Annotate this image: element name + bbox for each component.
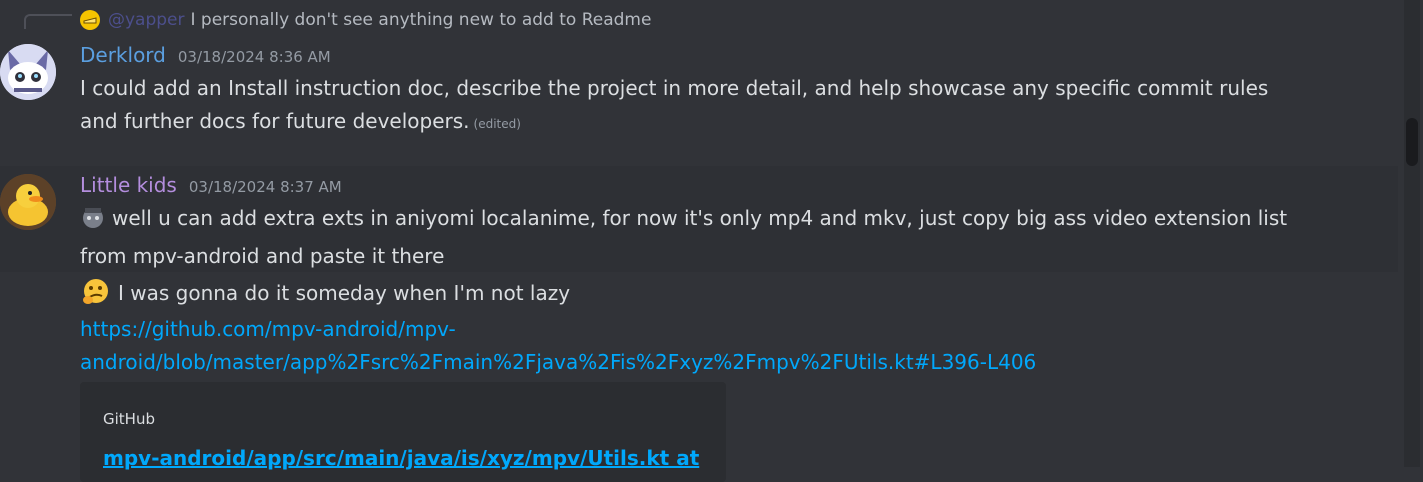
duck-avatar-icon	[0, 174, 56, 230]
scrollbar-thumb[interactable]	[1406, 118, 1418, 166]
reply-author[interactable]: @yapper	[108, 10, 185, 30]
avatar[interactable]	[0, 174, 56, 230]
message-header: Derklord 03/18/2024 8:36 AM	[80, 43, 331, 67]
reply-text[interactable]: I personally don't see anything new to a…	[191, 10, 652, 30]
message-content: well u can add extra exts in aniyomi loc…	[80, 202, 1287, 273]
embed-title[interactable]: mpv-android/app/src/main/java/is/xyz/mpv…	[103, 446, 699, 470]
custom-emoji-icon	[80, 204, 106, 240]
followup-message: I was gonna do it someday when I'm not l…	[80, 275, 570, 315]
message-line: well u can add extra exts in aniyomi loc…	[112, 206, 1288, 230]
embed-provider[interactable]: GitHub	[103, 410, 155, 428]
message-line: from mpv-android and paste it there	[80, 244, 445, 268]
timestamp[interactable]: 03/18/2024 8:36 AM	[178, 48, 331, 66]
message-text: I was gonna do it someday when I'm not l…	[118, 281, 571, 305]
thinking-emoji-icon	[80, 275, 112, 315]
username[interactable]: Little kids	[80, 173, 177, 197]
scrollbar-track[interactable]	[1404, 0, 1420, 467]
message-link[interactable]: https://github.com/mpv-android/mpv-	[80, 313, 1036, 346]
fox-avatar-icon	[0, 44, 56, 100]
timestamp[interactable]: 03/18/2024 8:37 AM	[189, 178, 342, 196]
avatar[interactable]	[0, 44, 56, 100]
message-content: I could add an Install instruction doc, …	[80, 72, 1268, 141]
message-link[interactable]: android/blob/master/app%2Fsrc%2Fmain%2Fj…	[80, 346, 1036, 379]
link-message: https://github.com/mpv-android/mpv- andr…	[80, 313, 1036, 379]
reply-avatar	[80, 10, 100, 30]
message-header: Little kids 03/18/2024 8:37 AM	[80, 173, 342, 197]
link-embed: GitHub mpv-android/app/src/main/java/is/…	[80, 382, 726, 482]
message-line: I could add an Install instruction doc, …	[80, 76, 1269, 100]
edited-tag: (edited)	[473, 117, 521, 131]
username[interactable]: Derklord	[80, 43, 166, 67]
reply-connector	[24, 14, 72, 29]
reply-reference[interactable]: @yapper I personally don't see anything …	[80, 8, 651, 32]
cheese-icon	[83, 17, 97, 24]
message-line: and further docs for future developers.	[80, 109, 470, 133]
